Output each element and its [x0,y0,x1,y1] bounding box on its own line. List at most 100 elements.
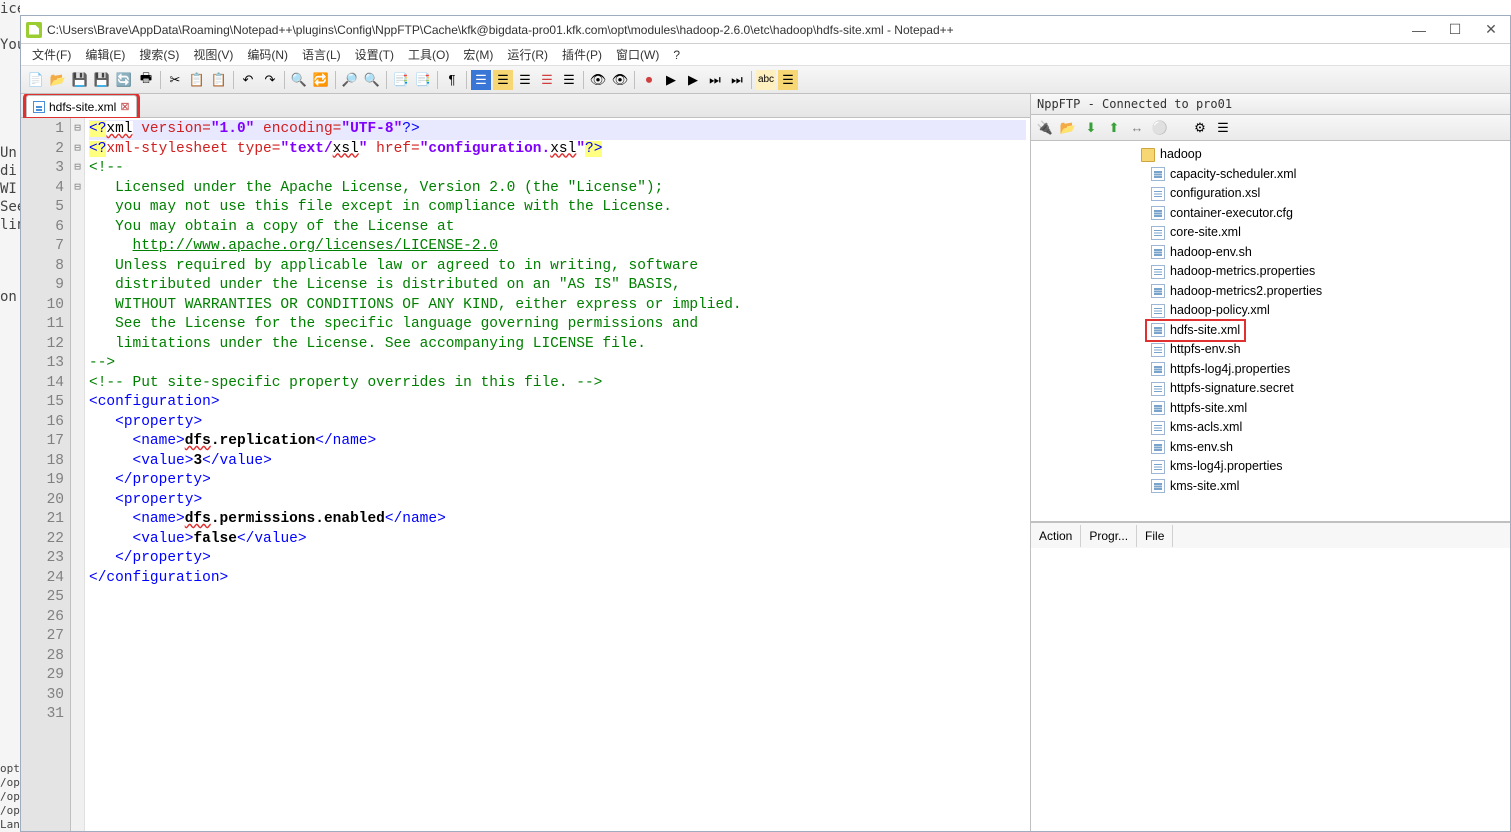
ftp-download-icon[interactable]: ⬇ [1082,119,1100,137]
maximize-button[interactable]: ☐ [1441,20,1469,40]
file-label: container-executor.cfg [1170,204,1293,224]
tree-file[interactable]: configuration.xsl [1031,184,1510,204]
file-label: core-site.xml [1170,223,1241,243]
file-icon [1151,401,1165,415]
folder-icon [1141,148,1155,162]
menu-run[interactable]: 运行(R) [501,44,554,65]
menu-settings[interactable]: 设置(T) [349,44,400,65]
tb-cut[interactable]: ✂ [165,70,185,90]
tree-file[interactable]: kms-log4j.properties [1031,457,1510,477]
tb-paste[interactable]: 📋 [209,70,229,90]
editor-area: hdfs-site.xml ⊠ 123456789101112131415161… [21,94,1030,831]
tb-copy[interactable]: 📋 [187,70,207,90]
tb-print[interactable]: 🖶 [136,70,156,90]
menu-file[interactable]: 文件(F) [26,44,77,65]
menu-edit[interactable]: 编辑(E) [79,44,131,65]
tb-indent-guide[interactable]: ☰ [493,70,513,90]
ftp-connect-icon[interactable]: 🔌 [1036,119,1054,137]
app-icon [26,22,42,38]
tb-save-macro[interactable]: ⏭ [727,70,747,90]
close-button[interactable]: ✕ [1477,20,1505,40]
tb-folder-open[interactable]: ☰ [537,70,557,90]
tree-file[interactable]: httpfs-log4j.properties [1031,360,1510,380]
ftp-tree[interactable]: hadoopcapacity-scheduler.xmlconfiguratio… [1031,141,1510,521]
tb-spellcheck[interactable]: abc [756,70,776,90]
tb-find[interactable]: 🔍 [289,70,309,90]
tb-show-all[interactable]: ☰ [471,70,491,90]
tb-sync-v[interactable]: 📑 [391,70,411,90]
tb-replace[interactable]: 🔁 [311,70,331,90]
file-label: kms-acls.xml [1170,418,1242,438]
file-label: capacity-scheduler.xml [1170,165,1296,185]
menu-tools[interactable]: 工具(O) [402,44,455,65]
tb-func-list[interactable]: 👁 [588,70,608,90]
file-label: hadoop-policy.xml [1170,301,1270,321]
tree-file[interactable]: httpfs-signature.secret [1031,379,1510,399]
tb-compare[interactable]: ☰ [778,70,798,90]
tab-close-icon[interactable]: ⊠ [120,100,129,113]
tree-file[interactable]: kms-env.sh [1031,438,1510,458]
ftp-abort-icon[interactable]: ⚪ [1151,119,1169,137]
tree-file[interactable]: capacity-scheduler.xml [1031,165,1510,185]
menu-plugins[interactable]: 插件(P) [556,44,608,65]
tab-hdfs-site[interactable]: hdfs-site.xml ⊠ [26,95,137,117]
minimize-button[interactable]: — [1405,20,1433,40]
tb-sync-h[interactable]: 📑 [413,70,433,90]
file-icon [1151,304,1165,318]
ftp-refresh-icon[interactable]: ↔ [1128,119,1146,137]
tree-file[interactable]: kms-acls.xml [1031,418,1510,438]
tb-wordwrap[interactable]: ¶ [442,70,462,90]
menu-help[interactable]: ? [667,46,686,64]
menu-language[interactable]: 语言(L) [296,44,347,65]
tb-open[interactable]: 📂 [48,70,68,90]
ftp-settings-icon[interactable]: ⚙ [1191,119,1209,137]
tree-file[interactable]: hadoop-metrics.properties [1031,262,1510,282]
tab-label: hdfs-site.xml [49,100,116,114]
tree-file[interactable]: hadoop-policy.xml [1031,301,1510,321]
tb-save[interactable]: 💾 [70,70,90,90]
window-title: C:\Users\Brave\AppData\Roaming\Notepad++… [47,23,1405,37]
tb-doc-map[interactable]: ☰ [559,70,579,90]
tb-redo[interactable]: ↷ [260,70,280,90]
menu-window[interactable]: 窗口(W) [610,44,665,65]
tree-file[interactable]: hadoop-env.sh [1031,243,1510,263]
tree-file[interactable]: httpfs-env.sh [1031,340,1510,360]
menu-encoding[interactable]: 编码(N) [241,44,294,65]
menu-view[interactable]: 视图(V) [187,44,239,65]
tree-folder-hadoop[interactable]: hadoop [1031,145,1510,165]
file-icon [1151,226,1165,240]
ftp-tab-progress[interactable]: Progr... [1081,525,1137,547]
tb-userlang[interactable]: ☰ [515,70,535,90]
tb-new[interactable]: 📄 [26,70,46,90]
tb-monitor[interactable]: 👁 [610,70,630,90]
menu-search[interactable]: 搜索(S) [133,44,185,65]
file-icon [1151,284,1165,298]
tree-file[interactable]: container-executor.cfg [1031,204,1510,224]
tb-fast-forward[interactable]: ⏭ [705,70,725,90]
tb-record[interactable]: ⏺ [639,70,659,90]
tb-close[interactable]: 🔄 [114,70,134,90]
tb-zoom-out[interactable]: 🔍 [362,70,382,90]
tb-undo[interactable]: ↶ [238,70,258,90]
ftp-tab-action[interactable]: Action [1031,525,1081,547]
tb-zoom-in[interactable]: 🔎 [340,70,360,90]
file-icon [1151,323,1165,337]
code-editor[interactable]: 1234567891011121314151617181920212223242… [21,118,1030,831]
fold-column[interactable]: ⊟⊟⊟⊟ [71,118,85,831]
toolbar: 📄 📂 💾 💾 🔄 🖶 ✂ 📋 📋 ↶ ↷ 🔍 🔁 🔎 🔍 📑 📑 ¶ ☰ ☰ … [21,66,1510,94]
tree-file[interactable]: hadoop-metrics2.properties [1031,282,1510,302]
ftp-messages-icon[interactable]: ☰ [1214,119,1232,137]
tb-play[interactable]: ▶ [661,70,681,90]
tree-file[interactable]: core-site.xml [1031,223,1510,243]
menu-macro[interactable]: 宏(M) [457,44,499,65]
tree-file[interactable]: hdfs-site.xml [1031,321,1510,341]
tree-file[interactable]: kms-site.xml [1031,477,1510,497]
ftp-upload-icon[interactable]: ⬆ [1105,119,1123,137]
tb-play-multi[interactable]: ▶ [683,70,703,90]
tb-save-all[interactable]: 💾 [92,70,112,90]
ftp-open-icon[interactable]: 📂 [1059,119,1077,137]
code-text[interactable]: <?xml version="1.0" encoding="UTF-8"?><?… [85,118,1030,831]
file-label: httpfs-log4j.properties [1170,360,1290,380]
ftp-tab-file[interactable]: File [1137,525,1173,547]
tree-file[interactable]: httpfs-site.xml [1031,399,1510,419]
